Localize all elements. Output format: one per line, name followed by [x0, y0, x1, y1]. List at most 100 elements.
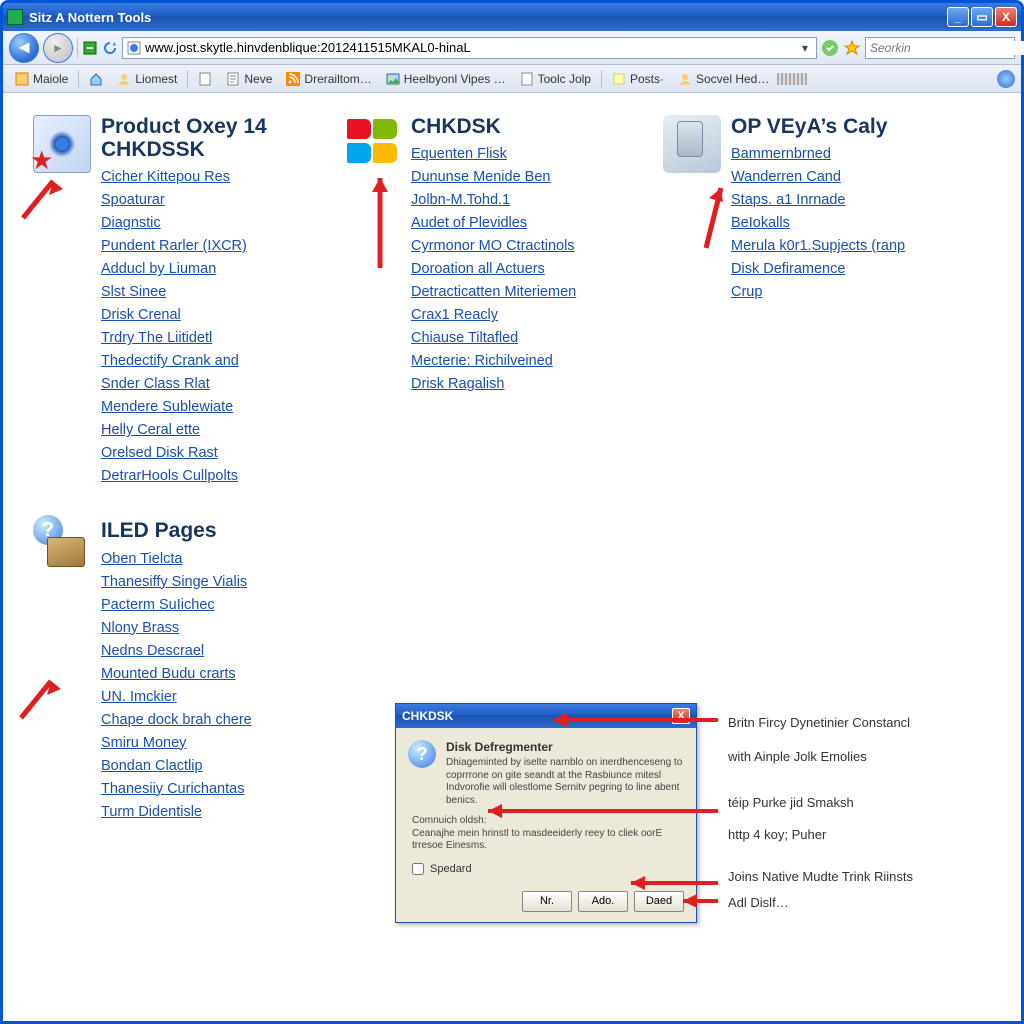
- person-icon: [678, 72, 692, 86]
- content-link[interactable]: Helly Ceral ette: [101, 422, 200, 438]
- content-link[interactable]: Wanderren Cand: [731, 169, 841, 185]
- list-item: UN. Imckier: [101, 687, 252, 708]
- annotation-text: Adl Dislf…: [728, 895, 789, 910]
- content-link[interactable]: Detracticatten Miteriemen: [411, 284, 576, 300]
- list-item: Wanderren Cand: [731, 167, 905, 188]
- bookmark-item[interactable]: Heelbyonl Vipes …: [380, 70, 512, 88]
- dialog-title: CHKDSK: [402, 709, 453, 723]
- content-link[interactable]: Diagnstic: [101, 215, 161, 231]
- links-end-icon[interactable]: [997, 70, 1015, 88]
- list-item: Chiause Tiltafled: [411, 328, 576, 349]
- dialog-no-button[interactable]: Nr.: [522, 891, 572, 912]
- content-link[interactable]: Dununse Menide Ben: [411, 169, 550, 185]
- content-link[interactable]: Pundent Rarler (IXCR): [101, 238, 247, 254]
- content-link[interactable]: Bammernbrned: [731, 146, 831, 162]
- content-link[interactable]: Chape dock brah chere: [101, 712, 252, 728]
- info-icon: ?: [408, 740, 436, 768]
- maximize-button[interactable]: ▭: [971, 7, 993, 27]
- content-link[interactable]: Mendere Sublewiate: [101, 399, 233, 415]
- checkbox-input[interactable]: [412, 863, 424, 875]
- content-link[interactable]: Drisk Crenal: [101, 307, 181, 323]
- content-link[interactable]: Snder Class Rlat: [101, 376, 210, 392]
- content-link[interactable]: Chiause Tiltafled: [411, 330, 518, 346]
- bookmark-item[interactable]: [83, 70, 109, 88]
- doc-icon: [520, 72, 534, 86]
- go-icon[interactable]: [821, 39, 839, 57]
- content-link[interactable]: Equenten Flisk: [411, 146, 507, 162]
- content-link[interactable]: Cyrmonor MO Ctractinols: [411, 238, 575, 254]
- stop-icon[interactable]: [82, 40, 98, 56]
- picture-icon: [386, 72, 400, 86]
- bookmark-item[interactable]: [192, 70, 218, 88]
- url-input[interactable]: [145, 40, 794, 55]
- favorites-icon[interactable]: [843, 39, 861, 57]
- list-item: Doroation all Actuers: [411, 259, 576, 280]
- minimize-button[interactable]: _: [947, 7, 969, 27]
- search-box[interactable]: ▾: [865, 37, 1015, 59]
- content-link[interactable]: Turm Didentisle: [101, 804, 202, 820]
- content-link[interactable]: Oben Tielcta: [101, 551, 182, 567]
- list-item: Thanesiffy Singe Vialis: [101, 572, 252, 593]
- content-link[interactable]: DetrarHools Cullpolts: [101, 468, 238, 484]
- content-link[interactable]: Audet of Plevidles: [411, 215, 527, 231]
- bookmark-item[interactable]: Drerailtom…: [280, 70, 377, 88]
- content-link[interactable]: Smiru Money: [101, 735, 186, 751]
- content-link[interactable]: Pacterm SuIichec: [101, 597, 215, 613]
- forward-button[interactable]: ►: [43, 33, 73, 63]
- doc-icon: [226, 72, 240, 86]
- bookmark-item[interactable]: Liomest: [111, 70, 183, 88]
- content-link[interactable]: Bondan Clactlip: [101, 758, 203, 774]
- list-item: Diagnstic: [101, 213, 323, 234]
- reload-icon[interactable]: [102, 40, 118, 56]
- content-link[interactable]: Orelsed Disk Rast: [101, 445, 218, 461]
- address-bar[interactable]: ▾: [122, 37, 817, 59]
- content-link[interactable]: Thanesiffy Singe Vialis: [101, 574, 247, 590]
- content-link[interactable]: Cicher Kittepou Res: [101, 169, 230, 185]
- content-link[interactable]: Adducl by Liuman: [101, 261, 216, 277]
- annotation-text: téip Purke jid Smaksh: [728, 795, 854, 810]
- content-link[interactable]: UN. Imckier: [101, 689, 177, 705]
- annotation-text: with Ainple Jolk Emolies: [728, 749, 867, 764]
- content-link[interactable]: Slst Sinee: [101, 284, 166, 300]
- annotation-text: Britn Fircy Dynetinier Constancl: [728, 715, 910, 730]
- bookmark-item[interactable]: Socvel Hed…: [672, 70, 775, 88]
- content-link[interactable]: Nlony Brass: [101, 620, 179, 636]
- list-item: Snder Class Rlat: [101, 374, 323, 395]
- content-link[interactable]: Thanesiiy Curichantas: [101, 781, 244, 797]
- content-link[interactable]: Mecterie: Richilveined: [411, 353, 553, 369]
- content-link[interactable]: Merula k0r1.Supjects (ranp: [731, 238, 905, 254]
- page-icon: [198, 72, 212, 86]
- search-input[interactable]: [870, 41, 1024, 55]
- bookmark-item[interactable]: Maiole: [9, 70, 74, 88]
- red-arrow-icon: [621, 873, 723, 893]
- red-arrow-icon: [355, 163, 405, 273]
- content-link[interactable]: Spoaturar: [101, 192, 165, 208]
- content-link[interactable]: Doroation all Actuers: [411, 261, 545, 277]
- close-button[interactable]: X: [995, 7, 1017, 27]
- content-link[interactable]: Thedectify Crank and: [101, 353, 239, 369]
- list-item: Thedectify Crank and: [101, 351, 323, 372]
- list-item: Detracticatten Miteriemen: [411, 282, 576, 303]
- content-link[interactable]: Nedns Descrael: [101, 643, 204, 659]
- content-link[interactable]: Crup: [731, 284, 762, 300]
- list-item: Drisk Crenal: [101, 305, 323, 326]
- bookmark-item[interactable]: Posts·: [606, 70, 670, 88]
- bookmark-item[interactable]: Neve: [220, 70, 278, 88]
- content-link[interactable]: Mounted Budu crarts: [101, 666, 236, 682]
- red-arrow-icon: [478, 801, 723, 821]
- list-item: Trdry The Liitidetl: [101, 328, 323, 349]
- content-link[interactable]: Drisk Ragalish: [411, 376, 504, 392]
- content-link[interactable]: Trdry The Liitidetl: [101, 330, 212, 346]
- content-link[interactable]: Staps. a1 Inrnade: [731, 192, 845, 208]
- url-dropdown[interactable]: ▾: [798, 41, 812, 55]
- links-overflow[interactable]: [777, 73, 807, 85]
- content-link[interactable]: Crax1 Reacly: [411, 307, 498, 323]
- content-link[interactable]: Disk Defiramence: [731, 261, 845, 277]
- list-item: Equenten Flisk: [411, 144, 576, 165]
- list-item: Cyrmonor MO Ctractinols: [411, 236, 576, 257]
- section-iled: ? ILED Pages Oben TielctaThanesiffy Sing…: [33, 519, 323, 824]
- content-link[interactable]: Jolbn-M.Tohd.1: [411, 192, 510, 208]
- back-button[interactable]: ◄: [9, 33, 39, 63]
- bookmark-item[interactable]: Toolc Jolp: [514, 70, 597, 88]
- dialog-ado-button[interactable]: Ado.: [578, 891, 628, 912]
